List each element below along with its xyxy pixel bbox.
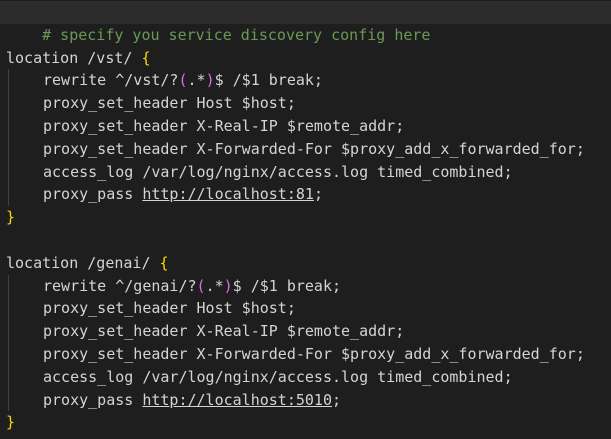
proxy-pass-line-genai[interactable]: proxy_pass http://localhost:5010; (0, 388, 611, 412)
location-keyword: location (6, 48, 79, 67)
indent-guide (8, 320, 9, 343)
location-path: /vst/ (78, 48, 142, 67)
rewrite-line-vst[interactable]: rewrite ^/vst/?(.*)$ /$1 break; (0, 69, 611, 93)
blank-line[interactable] (0, 229, 611, 252)
proxy-pass-end: ; (313, 185, 323, 204)
indent-guide (8, 274, 9, 298)
indent-guide (8, 342, 9, 366)
indent-guide (8, 365, 9, 389)
header-host-line-genai[interactable]: proxy_set_header Host $host; (0, 297, 611, 321)
proxy-pass-url-link[interactable]: http://localhost:81 (142, 185, 314, 203)
paren-open: ( (196, 276, 206, 295)
close-brace-line-vst[interactable]: } (0, 206, 611, 229)
header-real-ip-line-vst[interactable]: proxy_set_header X-Real-IP $remote_addr; (0, 114, 611, 138)
rewrite-group-body: .* (187, 71, 206, 90)
comment-line[interactable]: # specify you service discovery config h… (0, 1, 611, 44)
paren-open: ( (178, 71, 188, 90)
close-brace: } (6, 413, 16, 432)
header-forwarded: proxy_set_header X-Forwarded-For $proxy_… (43, 344, 585, 363)
indent-guide (8, 114, 9, 138)
header-real-ip-line-genai[interactable]: proxy_set_header X-Real-IP $remote_addr; (0, 320, 611, 343)
access-log-line-vst[interactable]: access_log /var/log/nginx/access.log tim… (0, 160, 611, 184)
indent-guide (8, 183, 9, 207)
access-log: access_log /var/log/nginx/access.log tim… (43, 162, 513, 181)
indent-guide (8, 137, 9, 161)
indent-guide (8, 388, 9, 412)
header-host-line-vst[interactable]: proxy_set_header Host $host; (0, 92, 611, 115)
proxy-pass-url-link[interactable]: http://localhost:5010 (142, 391, 332, 409)
rewrite-group-body: .* (205, 276, 224, 295)
rewrite-suffix: $ /$1 break; (232, 276, 342, 295)
header-real-ip: proxy_set_header X-Real-IP $remote_addr; (43, 116, 405, 135)
location-keyword: location (6, 253, 79, 272)
blank-line[interactable] (0, 24, 611, 47)
header-forwarded-line-vst[interactable]: proxy_set_header X-Forwarded-For $proxy_… (0, 137, 611, 161)
close-brace-line-genai[interactable]: } (0, 411, 611, 434)
paren-close: ) (205, 71, 215, 90)
access-log: access_log /var/log/nginx/access.log tim… (43, 367, 513, 386)
rewrite-prefix: rewrite ^/genai/? (43, 276, 197, 295)
indent-guide (8, 297, 9, 321)
proxy-pass-end: ; (332, 390, 342, 409)
header-forwarded: proxy_set_header X-Forwarded-For $proxy_… (43, 139, 585, 158)
close-brace: } (6, 208, 16, 227)
proxy-pass-label: proxy_pass (43, 185, 143, 204)
rewrite-line-genai[interactable]: rewrite ^/genai/?(.*)$ /$1 break; (0, 274, 611, 298)
proxy-pass-line-vst[interactable]: proxy_pass http://localhost:81; (0, 183, 611, 207)
header-host: proxy_set_header Host $host; (43, 94, 296, 113)
location-path: /genai/ (78, 253, 160, 272)
header-host: proxy_set_header Host $host; (43, 299, 296, 318)
open-brace: { (141, 48, 151, 67)
access-log-line-genai[interactable]: access_log /var/log/nginx/access.log tim… (0, 365, 611, 389)
code-editor[interactable]: # specify you service discovery config h… (0, 0, 611, 439)
proxy-pass-label: proxy_pass (43, 390, 143, 409)
rewrite-prefix: rewrite ^/vst/? (43, 71, 179, 90)
header-forwarded-line-genai[interactable]: proxy_set_header X-Forwarded-For $proxy_… (0, 342, 611, 366)
header-real-ip: proxy_set_header X-Real-IP $remote_addr; (43, 322, 405, 341)
location-line-vst[interactable]: location /vst/ { (0, 47, 611, 70)
paren-close: ) (223, 276, 233, 295)
indent-guide (8, 69, 9, 93)
indent-guide (8, 160, 9, 184)
location-line-genai[interactable]: location /genai/ { (0, 252, 611, 275)
open-brace: { (159, 253, 169, 272)
indent-guide (8, 92, 9, 115)
rewrite-suffix: $ /$1 break; (214, 71, 323, 90)
